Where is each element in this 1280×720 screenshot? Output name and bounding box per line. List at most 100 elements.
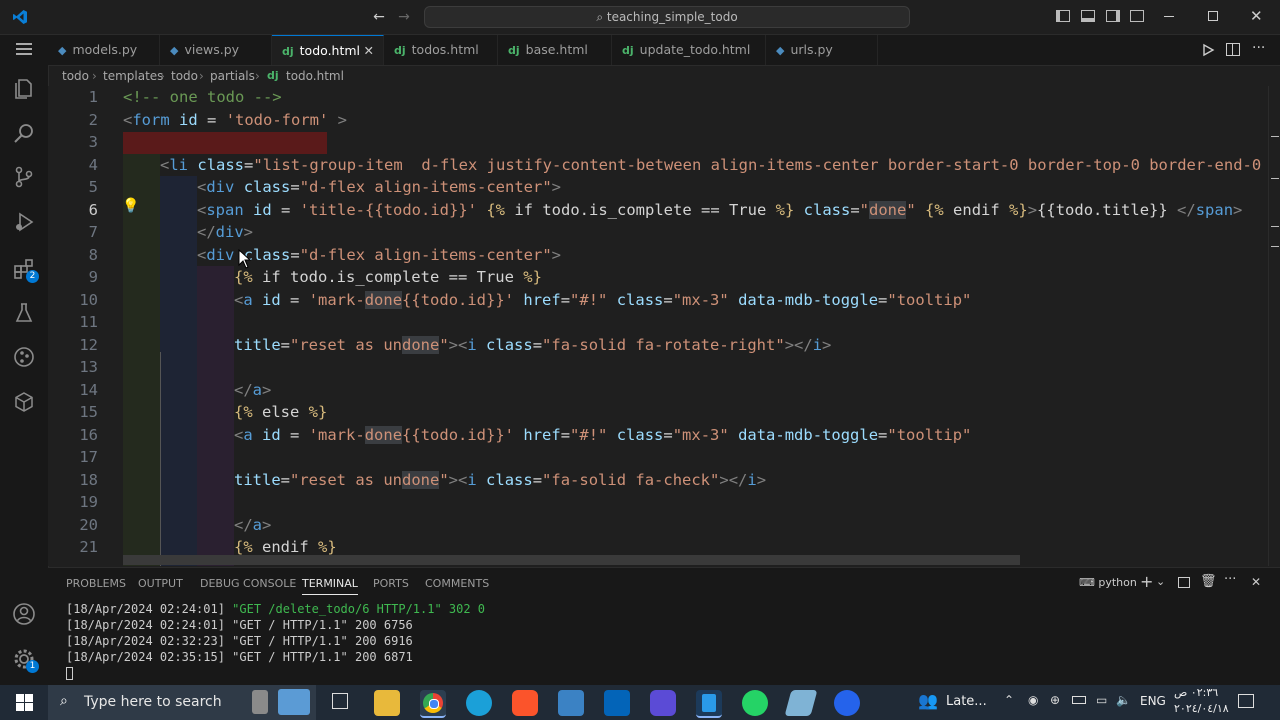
breadcrumb-item[interactable]: todo bbox=[62, 66, 89, 86]
account-icon[interactable] bbox=[12, 602, 36, 626]
tab-terminal[interactable]: TERMINAL bbox=[302, 577, 358, 595]
app-icon[interactable] bbox=[650, 690, 676, 716]
language-indicator[interactable]: ENG bbox=[1140, 694, 1166, 708]
code-line: <div class="d-flex align-items-center"> bbox=[197, 178, 562, 196]
close-window-icon[interactable]: ✕ bbox=[1250, 7, 1263, 25]
explorer-icon[interactable] bbox=[12, 77, 36, 101]
line-number: 18 bbox=[79, 471, 98, 489]
battery-icon[interactable] bbox=[1072, 696, 1086, 704]
command-center-search[interactable]: ⌕ teaching_simple_todo bbox=[424, 6, 910, 28]
remote-explorer-icon[interactable] bbox=[12, 390, 36, 414]
testing-flask-icon[interactable] bbox=[12, 301, 36, 325]
news-label[interactable]: Late... bbox=[946, 694, 987, 709]
breadcrumb-item[interactable]: todo.html bbox=[286, 66, 344, 86]
search-icon[interactable] bbox=[12, 121, 36, 145]
file-explorer-icon[interactable] bbox=[374, 690, 400, 716]
tab-debug-console[interactable]: DEBUG CONSOLE bbox=[200, 577, 296, 590]
notifications-icon[interactable] bbox=[1238, 694, 1254, 708]
news-icon[interactable]: 👥 bbox=[918, 691, 938, 710]
brave-icon[interactable] bbox=[512, 690, 538, 716]
breadcrumb-separator: › bbox=[255, 69, 260, 83]
tab-todos-html[interactable]: dj todos.html bbox=[384, 35, 498, 65]
toggle-primary-sidebar-icon[interactable] bbox=[1056, 10, 1070, 22]
toggle-panel-icon[interactable] bbox=[1081, 10, 1095, 22]
split-terminal-icon[interactable] bbox=[1178, 577, 1190, 588]
tab-label: views.py bbox=[184, 42, 240, 57]
tab-comments[interactable]: COMMENTS bbox=[425, 577, 489, 590]
vscode-icon[interactable] bbox=[696, 690, 722, 718]
tab-models-py[interactable]: ◆ models.py bbox=[48, 35, 160, 65]
more-actions-icon[interactable]: ··· bbox=[1224, 572, 1236, 587]
breadcrumb-separator: › bbox=[199, 69, 204, 83]
tab-output[interactable]: OUTPUT bbox=[138, 577, 183, 590]
terminal-shell-selector[interactable]: ⌨ python bbox=[1079, 576, 1137, 589]
map-icon bbox=[278, 689, 310, 715]
trash-icon[interactable]: 🗑 bbox=[1200, 574, 1217, 589]
back-arrow-icon[interactable]: ← bbox=[370, 8, 388, 26]
terminal-cursor bbox=[66, 667, 73, 680]
horizontal-scrollbar[interactable] bbox=[123, 555, 1020, 565]
task-view-icon[interactable] bbox=[332, 693, 348, 709]
terminal-line: [18/Apr/2024 02:32:23] "GET / HTTP/1.1" … bbox=[66, 634, 413, 648]
code-line: <span id = 'title-{{todo.id}}' {% if tod… bbox=[197, 201, 1243, 219]
tab-update-todo-html[interactable]: dj update_todo.html bbox=[612, 35, 766, 65]
git-graph-icon[interactable] bbox=[12, 345, 36, 369]
mouse-cursor-icon bbox=[238, 249, 252, 269]
vertical-scrollbar[interactable] bbox=[1268, 86, 1280, 566]
edge-icon[interactable] bbox=[466, 690, 492, 716]
store-icon[interactable] bbox=[558, 690, 584, 716]
run-debug-icon[interactable] bbox=[12, 210, 36, 234]
code-editor[interactable]: 1 2 3 4 5 6 7 8 9 10 11 12 13 14 15 16 1… bbox=[48, 86, 1280, 566]
python-icon: ◆ bbox=[170, 44, 179, 57]
outlook-icon[interactable] bbox=[604, 690, 630, 716]
python-icon: ◆ bbox=[58, 44, 67, 57]
more-actions-icon[interactable]: ··· bbox=[1252, 40, 1265, 56]
editor-tabs: ◆ models.py ◆ views.py dj todo.html ✕ dj todo… bbox=[48, 35, 1280, 66]
run-file-icon[interactable] bbox=[1201, 43, 1215, 57]
chevron-down-icon[interactable]: ⌄ bbox=[1156, 575, 1165, 588]
forward-arrow-icon[interactable]: → bbox=[395, 8, 413, 26]
menu-icon[interactable] bbox=[16, 43, 32, 55]
tab-todo-html[interactable]: dj todo.html ✕ bbox=[272, 35, 384, 65]
tab-label: models.py bbox=[72, 42, 138, 57]
close-tab-icon[interactable]: ✕ bbox=[364, 36, 374, 66]
breadcrumb-item[interactable]: partials bbox=[210, 66, 255, 86]
breadcrumb-item[interactable]: templates bbox=[103, 66, 163, 86]
notepad-icon[interactable] bbox=[784, 690, 818, 716]
tab-urls-py[interactable]: ◆ urls.py bbox=[766, 35, 878, 65]
line-number: 9 bbox=[88, 268, 98, 286]
volume-icon[interactable]: 🔈 bbox=[1116, 693, 1131, 707]
line-number: 4 bbox=[88, 156, 98, 174]
line-number: 14 bbox=[79, 381, 98, 399]
chevron-up-icon[interactable]: ⌃ bbox=[1004, 693, 1014, 707]
line-number: 15 bbox=[79, 403, 98, 421]
tab-base-html[interactable]: dj base.html bbox=[498, 35, 612, 65]
tab-views-py[interactable]: ◆ views.py bbox=[160, 35, 272, 65]
restore-icon[interactable] bbox=[1208, 11, 1218, 21]
windows-start-icon[interactable] bbox=[16, 694, 33, 711]
tab-problems[interactable]: PROBLEMS bbox=[66, 577, 126, 590]
whatsapp-icon[interactable] bbox=[742, 690, 768, 716]
toggle-secondary-sidebar-icon[interactable] bbox=[1106, 10, 1120, 22]
taskbar-search-box[interactable]: ⌕ Type here to search bbox=[48, 685, 316, 720]
django-icon: dj bbox=[508, 44, 520, 57]
clock-date[interactable]: ٢٠٢٤/٠٤/١٨ bbox=[1174, 702, 1229, 715]
source-control-icon[interactable] bbox=[12, 165, 36, 189]
terminal-line: [18/Apr/2024 02:24:01] "GET / HTTP/1.1" … bbox=[66, 618, 413, 632]
line-number: 2 bbox=[88, 111, 98, 129]
minimize-icon[interactable] bbox=[1164, 16, 1174, 17]
split-editor-icon[interactable] bbox=[1226, 43, 1240, 56]
new-terminal-icon[interactable]: + bbox=[1140, 572, 1153, 591]
close-panel-icon[interactable]: ✕ bbox=[1251, 575, 1261, 589]
chrome-icon[interactable] bbox=[420, 690, 446, 718]
network-icon[interactable]: ▭ bbox=[1096, 693, 1107, 707]
line-number: 5 bbox=[88, 178, 98, 196]
clock-time[interactable]: ٠٢:٣٦ ص bbox=[1174, 686, 1218, 699]
app-icon-2[interactable] bbox=[834, 690, 860, 716]
lightbulb-icon[interactable]: 💡 bbox=[122, 198, 139, 214]
tab-ports[interactable]: PORTS bbox=[373, 577, 409, 590]
webcam-icon: ◉ bbox=[1028, 693, 1039, 707]
breadcrumb-item[interactable]: todo bbox=[171, 66, 198, 86]
customize-layout-icon[interactable] bbox=[1130, 10, 1144, 22]
settings-badge: 1 bbox=[26, 660, 39, 673]
